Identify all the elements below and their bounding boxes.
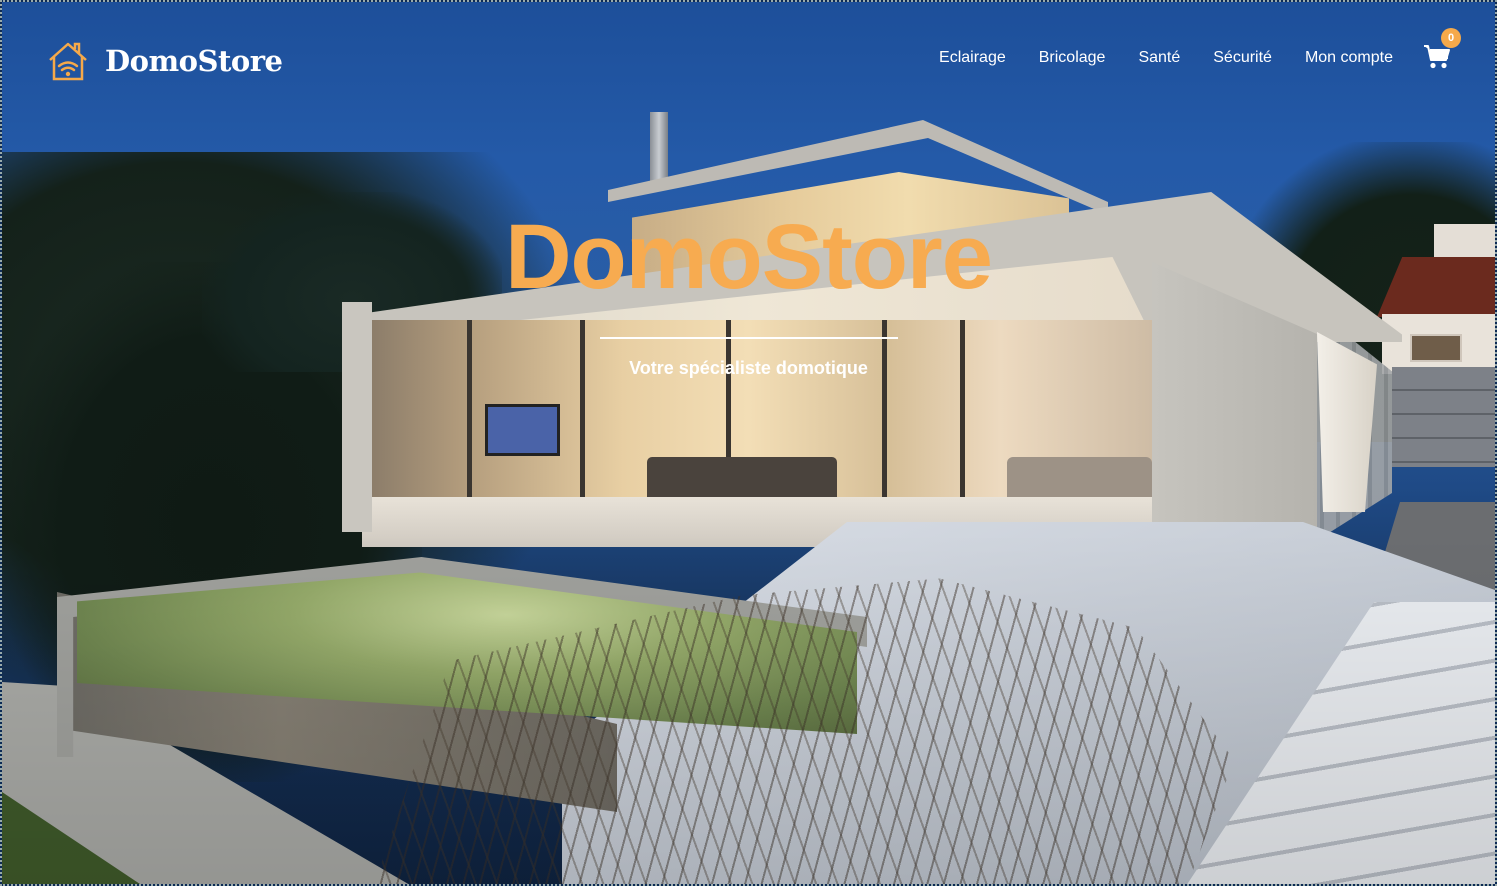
cart-count-badge: 0 [1441,28,1461,48]
hero-section [0,0,1497,886]
nav-item-mon-compte[interactable]: Mon compte [1305,49,1393,67]
hero-title: DomoStore [505,206,993,308]
brand-name: DomoStore [105,44,283,78]
main-menu: Eclairage Bricolage Santé Sécurité Mon c… [939,28,1497,72]
nav-item-sante[interactable]: Santé [1138,49,1180,67]
brand-logo-link[interactable]: DomoStore [46,40,283,82]
shopping-cart-icon [1424,45,1450,69]
nav-item-eclairage[interactable]: Eclairage [939,49,1006,67]
nav-item-securite[interactable]: Sécurité [1213,49,1272,67]
hero-divider [600,337,898,339]
smart-home-icon [49,42,87,81]
hero-shade-overlay [2,2,1495,884]
nav-item-bricolage[interactable]: Bricolage [1039,49,1106,67]
cart-button[interactable]: 0 [1423,28,1461,72]
top-navbar: DomoStore Eclairage Bricolage Santé Sécu… [0,0,1497,110]
hero-subtitle: Votre spécialiste domotique [629,358,868,378]
